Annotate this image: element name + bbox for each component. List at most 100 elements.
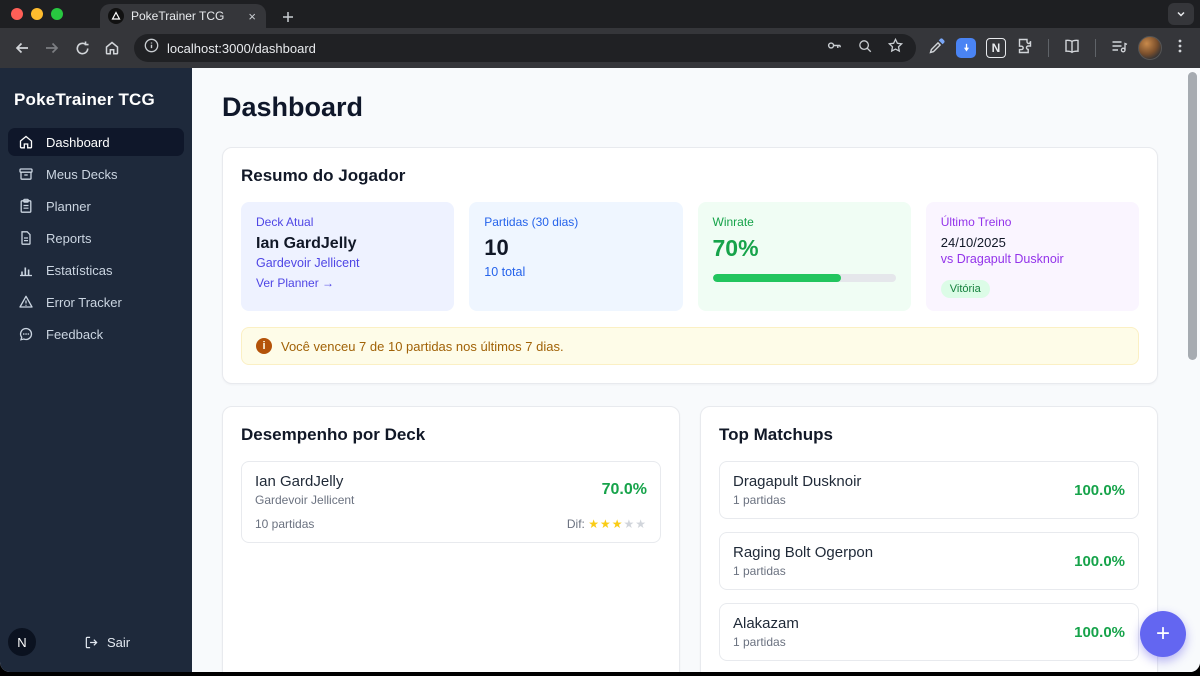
- matchup-name: Alakazam: [733, 615, 799, 632]
- last-training-opponent: vs Dragapult Dusknoir: [940, 252, 1064, 266]
- last-training-stat-card: Último Treino 24/10/2025 vs Dragapult Du…: [925, 202, 1139, 311]
- zoom-window-button[interactable]: [51, 8, 63, 20]
- toolbar-divider: [1095, 39, 1096, 57]
- add-button[interactable]: +: [1140, 611, 1186, 657]
- eyedropper-extension-icon[interactable]: [928, 37, 946, 60]
- deck-name: Ian GardJelly: [255, 473, 344, 490]
- sidebar-item-error-tracker[interactable]: Error Tracker: [8, 288, 184, 316]
- sidebar-item-label: Planner: [46, 198, 91, 214]
- stat-label: Último Treino: [940, 215, 1012, 229]
- home-button[interactable]: [98, 34, 126, 62]
- player-summary-card: Resumo do Jogador Deck Atual Ian GardJel…: [222, 147, 1158, 384]
- tab-strip: PokeTrainer TCG ×: [0, 0, 1200, 28]
- difficulty-label: Dif:: [566, 517, 585, 531]
- main-content: Dashboard Resumo do Jogador Deck Atual I…: [192, 68, 1200, 672]
- view-planner-link[interactable]: Ver Planner →: [256, 276, 439, 290]
- home-icon: [19, 135, 33, 149]
- notion-extension-icon[interactable]: N: [986, 38, 1006, 58]
- current-deck-name: Ian GardJelly: [256, 235, 357, 252]
- stat-label: Deck Atual: [256, 215, 314, 229]
- extensions-puzzle-icon[interactable]: [1016, 37, 1034, 60]
- tab-favicon-icon: [108, 8, 124, 24]
- tab-groups-playlist-icon[interactable]: [1110, 37, 1128, 60]
- user-avatar[interactable]: N: [8, 628, 36, 656]
- chat-bubble-icon: [19, 327, 33, 341]
- summary-title: Resumo do Jogador: [241, 166, 406, 185]
- toolbar-divider: [1048, 39, 1049, 57]
- matchup-name: Dragapult Dusknoir: [733, 473, 862, 490]
- sidebar-item-estatisticas[interactable]: Estatísticas: [8, 256, 184, 284]
- matchup-row: Dragapult Dusknoir 1 partidas 100.0%: [719, 461, 1139, 519]
- sidebar-item-meus-decks[interactable]: Meus Decks: [8, 160, 184, 188]
- current-deck-subtitle: Gardevoir Jellicent: [256, 256, 360, 270]
- new-tab-button[interactable]: [276, 5, 300, 29]
- forward-button[interactable]: [38, 34, 66, 62]
- matchup-games: 1 partidas: [733, 635, 786, 649]
- browser-window: PokeTrainer TCG × localhost:3000/dashboa…: [0, 0, 1200, 672]
- deck-subtitle: Gardevoir Jellicent: [255, 493, 355, 507]
- blue-extension-icon[interactable]: [956, 38, 976, 58]
- extensions-area: N: [924, 36, 1192, 60]
- matchup-row: Raging Bolt Ogerpon 1 partidas 100.0%: [719, 532, 1139, 590]
- matchup-games: 1 partidas: [733, 564, 786, 578]
- reading-list-book-icon[interactable]: [1063, 37, 1081, 60]
- url-text[interactable]: localhost:3000/dashboard: [167, 41, 818, 56]
- last-training-date: 24/10/2025: [940, 235, 1006, 250]
- zoom-search-icon[interactable]: [857, 38, 873, 59]
- decks-box-icon: [19, 168, 33, 180]
- warning-triangle-icon: [19, 295, 33, 308]
- address-bar[interactable]: localhost:3000/dashboard: [134, 34, 916, 62]
- bar-chart-icon: [20, 267, 32, 277]
- minimize-window-button[interactable]: [31, 8, 43, 20]
- sidebar-item-dashboard[interactable]: Dashboard: [8, 128, 184, 156]
- deck-games: 10 partidas: [255, 517, 315, 531]
- matches-stat-card: Partidas (30 dias) 10 10 total: [469, 202, 683, 311]
- browser-menu-dots-icon[interactable]: [1172, 38, 1188, 59]
- matchup-winrate: 100.0%: [1074, 481, 1125, 499]
- window-controls: [11, 8, 63, 20]
- top-matchups-card: Top Matchups Dragapult Dusknoir 1 partid…: [700, 406, 1158, 672]
- current-deck-stat-card: Deck Atual Ian GardJelly Gardevoir Jelli…: [241, 202, 455, 311]
- browser-tab[interactable]: PokeTrainer TCG ×: [100, 4, 266, 28]
- close-window-button[interactable]: [11, 8, 23, 20]
- sidebar-item-label: Estatísticas: [46, 262, 113, 278]
- deck-performance-row: Ian GardJelly Gardevoir Jellicent 70.0% …: [241, 461, 661, 543]
- passwords-key-icon[interactable]: [826, 37, 843, 59]
- back-button[interactable]: [8, 34, 36, 62]
- site-info-icon[interactable]: [144, 38, 159, 58]
- logout-icon: [85, 636, 98, 648]
- sidebar-item-label: Feedback: [46, 326, 104, 342]
- winrate-stat-card: Winrate 70%: [697, 202, 911, 311]
- tab-search-chevron-button[interactable]: [1168, 3, 1194, 25]
- sidebar-item-label: Meus Decks: [46, 166, 118, 182]
- sidebar-item-label: Reports: [46, 230, 92, 246]
- winrate-progress-bar: [712, 274, 896, 282]
- page-scrollbar[interactable]: [1188, 72, 1197, 360]
- bookmark-star-icon[interactable]: [887, 37, 904, 59]
- tab-title: PokeTrainer TCG: [131, 9, 225, 23]
- sidebar-item-feedback[interactable]: Feedback: [8, 320, 184, 348]
- logout-label: Sair: [107, 634, 131, 650]
- logout-button[interactable]: Sair: [84, 635, 130, 650]
- deck-performance-card: Desempenho por Deck Ian GardJelly Gardev…: [222, 406, 680, 672]
- app-title: PokeTrainer TCG: [14, 90, 155, 109]
- browser-profile-avatar[interactable]: [1138, 36, 1162, 60]
- browser-toolbar: localhost:3000/dashboard N: [0, 28, 1200, 68]
- win-streak-alert: i Você venceu 7 de 10 partidas nos últim…: [241, 327, 1139, 365]
- sidebar-item-label: Error Tracker: [46, 294, 122, 310]
- difficulty-stars-empty-icon: ★★: [623, 517, 647, 531]
- deck-winrate: 70.0%: [601, 481, 647, 498]
- stat-label: Partidas (30 dias): [484, 215, 579, 229]
- top-matchups-title: Top Matchups: [719, 425, 833, 444]
- page-title: Dashboard: [222, 92, 364, 122]
- deck-performance-title: Desempenho por Deck: [241, 425, 426, 444]
- winrate-value: 70%: [712, 235, 759, 261]
- sidebar-item-reports[interactable]: Reports: [8, 224, 184, 252]
- reload-button[interactable]: [68, 34, 96, 62]
- matchup-winrate: 100.0%: [1074, 623, 1125, 641]
- info-icon: i: [256, 338, 272, 354]
- tab-close-icon[interactable]: ×: [246, 9, 258, 24]
- clipboard-icon: [20, 198, 32, 213]
- alert-text: Você venceu 7 de 10 partidas nos últimos…: [281, 338, 564, 354]
- sidebar-item-planner[interactable]: Planner: [8, 192, 184, 220]
